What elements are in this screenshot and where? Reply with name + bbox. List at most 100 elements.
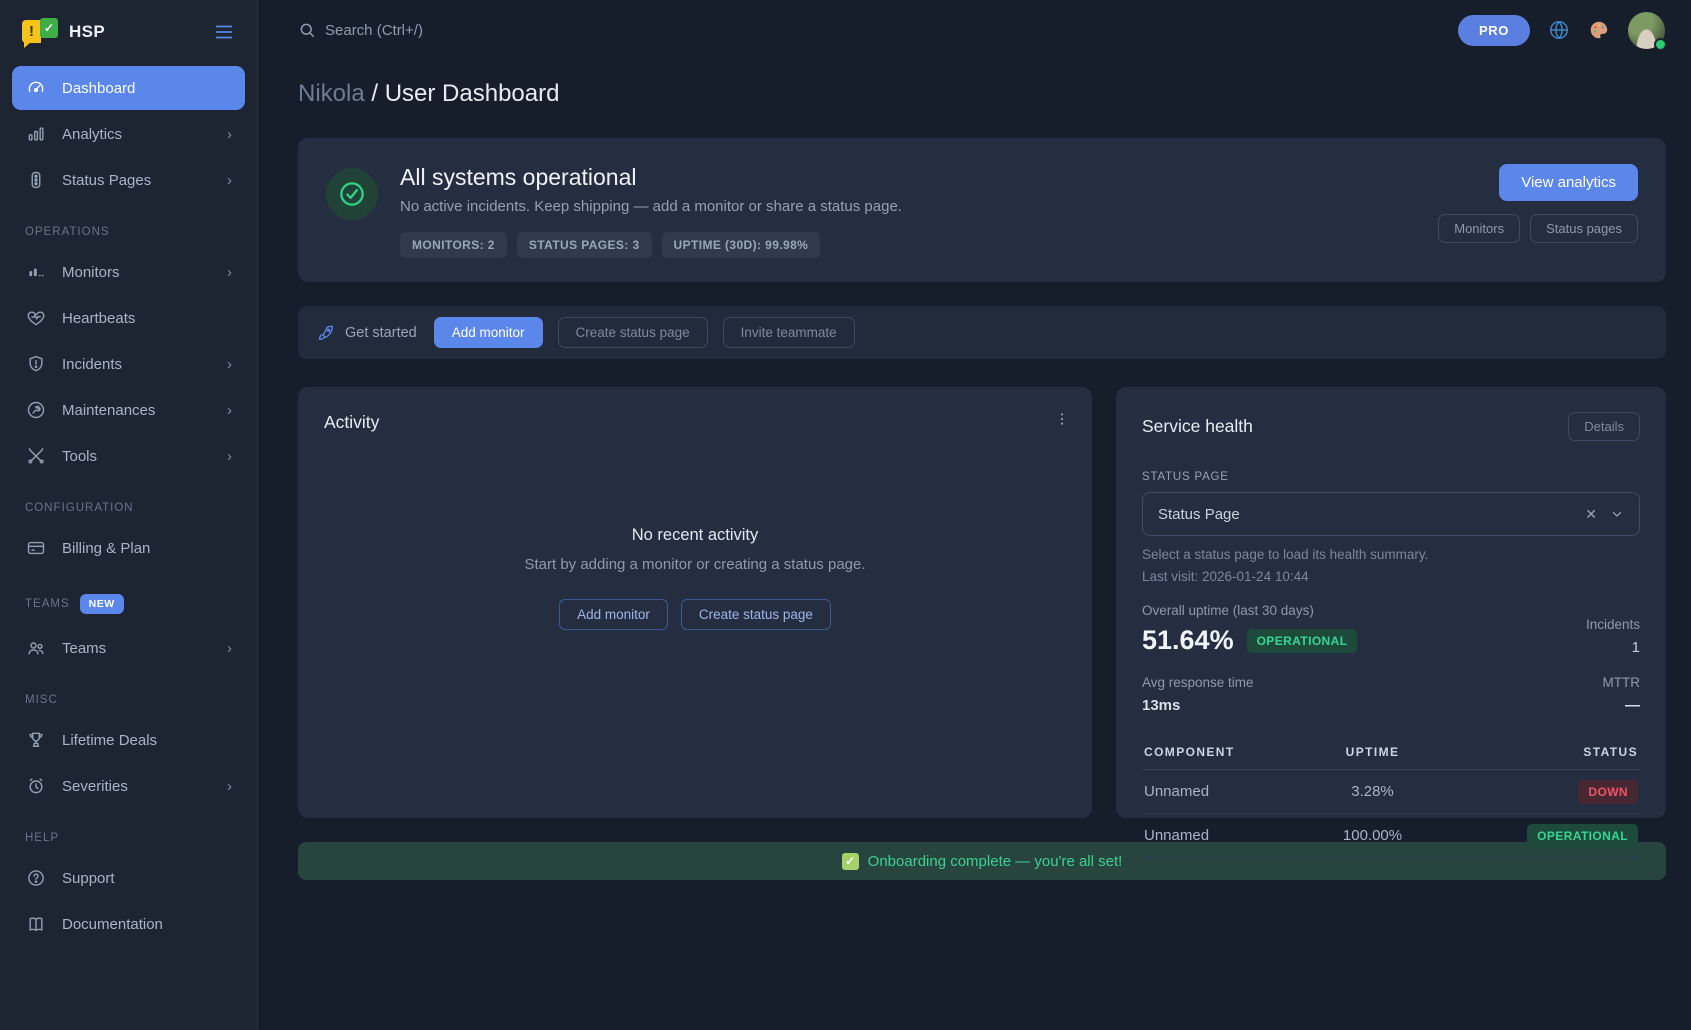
hero-chips: MONITORS: 2 STATUS PAGES: 3 UPTIME (30D)… xyxy=(400,232,902,258)
pro-badge[interactable]: PRO xyxy=(1458,15,1530,46)
sidebar-header: HSP xyxy=(12,14,245,66)
component-column-header: COMPONENT xyxy=(1142,736,1315,770)
search-input[interactable]: Search (Ctrl+/) xyxy=(298,21,423,39)
component-uptime: 3.28% xyxy=(1315,770,1430,814)
sidebar-item-label: Lifetime Deals xyxy=(62,732,232,749)
empty-add-monitor-button[interactable]: Add monitor xyxy=(559,599,668,630)
status-hero-card: All systems operational No active incide… xyxy=(298,138,1666,282)
check-emoji-icon xyxy=(842,853,859,870)
sidebar-item-analytics[interactable]: Analytics › xyxy=(12,112,245,156)
component-uptime: 100.00% xyxy=(1315,814,1430,858)
chevron-right-icon: › xyxy=(227,172,232,189)
topbar-right: PRO xyxy=(1458,12,1665,49)
view-analytics-button[interactable]: View analytics xyxy=(1499,164,1638,201)
sidebar-item-lifetime-deals[interactable]: Lifetime Deals xyxy=(12,718,245,762)
sidebar-item-label: Billing & Plan xyxy=(62,540,232,557)
new-badge: NEW xyxy=(80,594,124,614)
palette-icon[interactable] xyxy=(1588,19,1610,41)
uptime-status-badge: OPERATIONAL xyxy=(1247,629,1358,653)
uptime-column-header: UPTIME xyxy=(1315,736,1430,770)
user-avatar[interactable] xyxy=(1628,12,1665,49)
empty-state-title: No recent activity xyxy=(632,526,759,545)
kebab-menu-icon[interactable] xyxy=(1054,411,1070,427)
sidebar-item-label: Monitors xyxy=(62,264,212,281)
sidebar-section-teams: TEAMS NEW xyxy=(25,594,232,614)
sidebar-section-help: HELP xyxy=(25,832,232,844)
status-badge: OPERATIONAL xyxy=(1527,824,1638,848)
sidebar-item-maintenances[interactable]: Maintenances › xyxy=(12,388,245,432)
topbar: Search (Ctrl+/) PRO xyxy=(258,0,1691,60)
sidebar-item-label: Support xyxy=(62,870,232,887)
sidebar-item-incidents[interactable]: Incidents › xyxy=(12,342,245,386)
select-helper-text: Select a status page to load its health … xyxy=(1142,547,1640,562)
brand[interactable]: HSP xyxy=(22,18,105,46)
sidebar: HSP Dashboard Analytics › Status Pages ›… xyxy=(0,0,258,1030)
empty-state-subtitle: Start by adding a monitor or creating a … xyxy=(524,556,865,573)
sidebar-item-billing[interactable]: Teams Billing & Plan xyxy=(12,526,245,570)
sidebar-section-configuration: CONFIGURATION xyxy=(25,502,232,514)
status-column-header: STATUS xyxy=(1430,736,1640,770)
sidebar-item-label: Maintenances xyxy=(62,402,212,419)
sidebar-item-label: Heartbeats xyxy=(62,310,232,327)
sidebar-item-status-pages[interactable]: Status Pages › xyxy=(12,158,245,202)
empty-create-status-page-button[interactable]: Create status page xyxy=(681,599,831,630)
activity-empty-state: No recent activity Start by adding a mon… xyxy=(324,433,1066,793)
breadcrumb: Nikola / User Dashboard xyxy=(298,80,1666,108)
add-monitor-button[interactable]: Add monitor xyxy=(434,317,543,348)
status-page-select-value: Status Page xyxy=(1158,506,1240,523)
table-row: Unnamed 100.00% OPERATIONAL xyxy=(1142,814,1640,858)
details-button[interactable]: Details xyxy=(1568,412,1640,441)
status-page-select-label: STATUS PAGE xyxy=(1142,471,1640,483)
rocket-icon xyxy=(317,324,335,342)
sidebar-item-tools[interactable]: Tools › xyxy=(12,434,245,478)
chevron-down-icon[interactable] xyxy=(1610,507,1624,521)
component-name: Unnamed xyxy=(1142,770,1315,814)
alarm-clock-icon xyxy=(25,776,47,796)
trophy-icon xyxy=(25,730,47,750)
hero-body: All systems operational No active incide… xyxy=(400,164,902,258)
globe-icon[interactable] xyxy=(1548,19,1570,41)
book-icon xyxy=(25,914,47,934)
last-visit-text: Last visit: 2026-01-24 10:44 xyxy=(1142,569,1640,584)
sidebar-item-label: Analytics xyxy=(62,126,212,143)
component-name: Unnamed xyxy=(1142,814,1315,858)
incidents-label: Incidents xyxy=(1586,617,1640,632)
wrench-circle-icon xyxy=(25,400,47,420)
clear-selection-icon[interactable] xyxy=(1585,506,1597,523)
status-page-select[interactable]: Status Page xyxy=(1142,492,1640,536)
sidebar-item-heartbeats[interactable]: Heartbeats xyxy=(12,296,245,340)
sidebar-item-support[interactable]: Support xyxy=(12,856,245,900)
hero-subtitle: No active incidents. Keep shipping — add… xyxy=(400,198,902,215)
sidebar-item-dashboard[interactable]: Dashboard xyxy=(12,66,245,110)
get-started-bar: Get started Add monitor Create status pa… xyxy=(298,306,1666,359)
sidebar-item-label: Documentation xyxy=(62,916,232,933)
search-icon xyxy=(298,21,316,39)
create-status-page-button[interactable]: Create status page xyxy=(558,317,708,348)
incidents-value: 1 xyxy=(1586,639,1640,656)
sidebar-item-documentation[interactable]: Documentation xyxy=(12,902,245,946)
check-circle-icon xyxy=(326,168,378,220)
chevron-right-icon: › xyxy=(227,640,232,657)
shield-alert-icon xyxy=(25,354,47,374)
components-table: COMPONENT UPTIME STATUS Unnamed 3.28% DO… xyxy=(1142,736,1640,858)
sidebar-section-operations: OPERATIONS xyxy=(25,226,232,238)
sidebar-item-severities[interactable]: Severities › xyxy=(12,764,245,808)
tools-icon xyxy=(25,446,47,466)
gauge-icon xyxy=(25,78,47,98)
sidebar-item-monitors[interactable]: Monitors › xyxy=(12,250,245,294)
sidebar-item-teams[interactable]: Teams › xyxy=(12,626,245,670)
search-placeholder: Search (Ctrl+/) xyxy=(325,22,423,39)
breadcrumb-parent[interactable]: Nikola xyxy=(298,80,365,107)
sidebar-item-label: Incidents xyxy=(62,356,212,373)
activity-card: Activity No recent activity Start by add… xyxy=(298,387,1092,818)
hamburger-menu-icon[interactable] xyxy=(213,21,235,43)
monitors-button[interactable]: Monitors xyxy=(1438,214,1520,243)
status-pages-button[interactable]: Status pages xyxy=(1530,214,1638,243)
service-health-card: Service health Details STATUS PAGE Statu… xyxy=(1116,387,1666,818)
hsp-logo-icon xyxy=(22,18,58,46)
invite-teammate-button[interactable]: Invite teammate xyxy=(723,317,855,348)
uptime-value: 51.64% xyxy=(1142,625,1234,656)
breadcrumb-current: User Dashboard xyxy=(385,80,560,107)
main-area: Search (Ctrl+/) PRO Nikola / User Dashbo… xyxy=(258,0,1691,1030)
status-badge: DOWN xyxy=(1578,780,1638,804)
